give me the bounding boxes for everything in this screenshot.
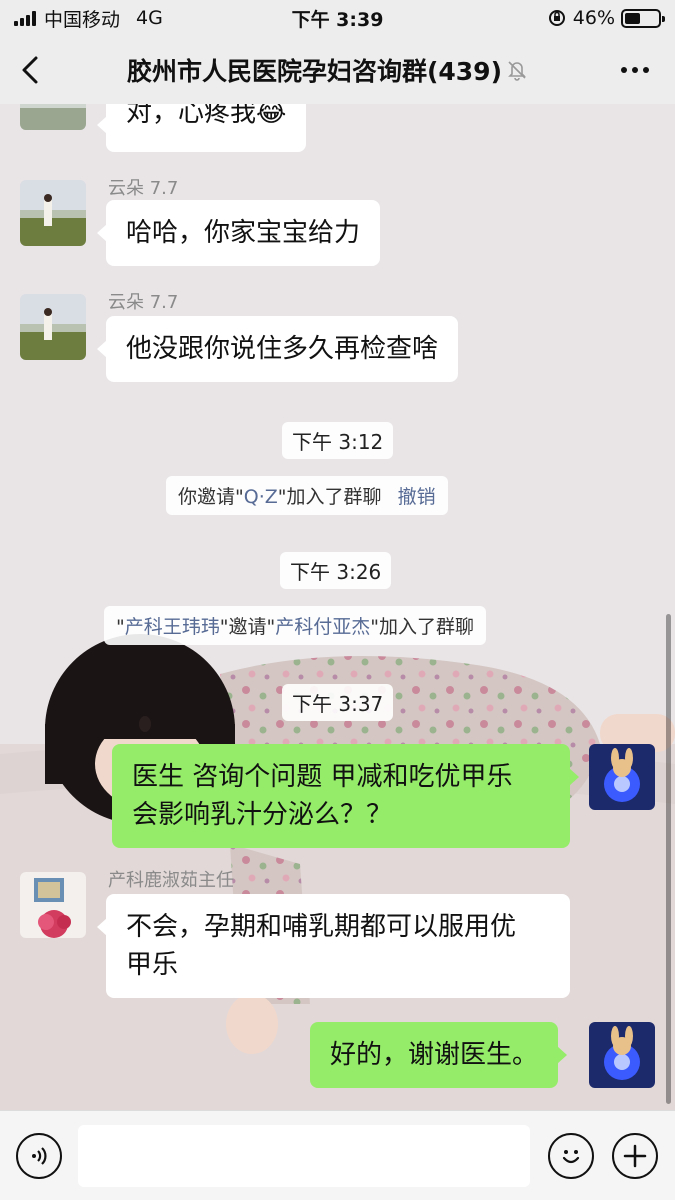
my-avatar[interactable] — [589, 1022, 655, 1088]
mute-bell-icon — [508, 61, 526, 81]
avatar-yunduo[interactable] — [20, 180, 86, 246]
message-text-line: 会影响乳汁分泌么？？ — [132, 800, 393, 830]
status-right: 46% — [547, 7, 665, 29]
input-bar — [0, 1110, 675, 1200]
carrier-label: 中国移动 — [44, 8, 121, 31]
sender-name: 云朵 7.7 — [108, 292, 179, 313]
avatar-yunduo[interactable] — [20, 294, 86, 360]
system-text: 你邀请" — [178, 486, 244, 508]
more-icon-dot — [632, 67, 638, 73]
message-text: 他没跟你说住多久再检查啥 — [126, 334, 439, 364]
message-bubble[interactable]: 哈哈，你家宝宝给力 — [96, 200, 381, 266]
plus-icon — [623, 1144, 647, 1168]
back-icon — [22, 56, 38, 84]
system-text: "加入了群聊 — [370, 616, 475, 638]
battery-fill — [625, 12, 640, 24]
avatar-image — [20, 294, 86, 360]
my-message-bubble[interactable]: 医生 咨询个问题 甲减和吃优甲乐 会影响乳汁分泌么？？ — [112, 744, 579, 848]
inviter-link[interactable]: 产科王玮玮 — [125, 616, 220, 638]
message-text: 哈哈，你家宝宝给力 — [126, 218, 361, 248]
message-text-line: 不会，孕期和哺乳期都可以服用优 — [126, 912, 517, 942]
scrollbar[interactable] — [666, 614, 671, 1104]
message-text: 对，心疼我😂 — [126, 104, 287, 128]
message-text-line: 医生 咨询个问题 甲减和吃优甲乐 — [132, 762, 513, 792]
more-functions-button[interactable] — [612, 1133, 658, 1179]
avatar-image — [589, 744, 655, 810]
timestamp: 下午 3:26 — [280, 552, 392, 589]
avatar-image — [589, 1022, 655, 1088]
avatar-image — [20, 180, 86, 246]
my-avatar[interactable] — [589, 744, 655, 810]
message-bubble[interactable]: 对，心疼我😂 — [96, 104, 307, 152]
system-message-invite: 你邀请"Q·Z"加入了群聊 撤销 — [166, 476, 448, 515]
signal-icon — [14, 10, 36, 26]
system-text: " — [116, 616, 125, 638]
invited-user-link[interactable]: Q·Z — [244, 486, 278, 508]
voice-icon — [32, 1147, 47, 1165]
system-text: "加入了群聊 — [277, 486, 382, 508]
status-left: 中国移动 4G — [14, 5, 163, 32]
message-text-line: 甲乐 — [126, 950, 179, 980]
system-text: "邀请" — [219, 616, 276, 638]
message-text: 好的，谢谢医生。 — [330, 1040, 539, 1070]
emoji-button[interactable] — [548, 1133, 594, 1179]
network-label: 4G — [136, 7, 163, 29]
avatar-doctor[interactable] — [20, 872, 86, 938]
nav-title-wrap: 胶州市人民医院孕妇咨询群(439) — [60, 52, 595, 88]
back-button[interactable] — [0, 36, 60, 104]
system-message-invite: "产科王玮玮"邀请"产科付亚杰"加入了群聊 — [104, 606, 487, 645]
battery-icon — [621, 8, 665, 28]
emoji-icon — [562, 1150, 580, 1164]
battery-percent: 46% — [572, 7, 615, 29]
avatar-yunduo-partial[interactable] — [20, 104, 86, 130]
more-icon-dot — [643, 67, 649, 73]
message-input[interactable] — [78, 1125, 530, 1187]
message-bubble[interactable]: 他没跟你说住多久再检查啥 — [96, 316, 459, 382]
message-bubble[interactable]: 不会，孕期和哺乳期都可以服用优 甲乐 — [97, 894, 570, 998]
invited-user-link[interactable]: 产科付亚杰 — [275, 616, 370, 638]
timestamp: 下午 3:12 — [282, 422, 394, 459]
sender-name: 产科鹿淑茹主任 — [108, 870, 234, 891]
status-bar: 中国移动 4G 下午 3:39 46% — [0, 0, 675, 36]
more-icon-dot — [621, 67, 627, 73]
page-title: 胶州市人民医院孕妇咨询群(439) — [126, 57, 503, 86]
sender-name: 云朵 7.7 — [108, 178, 179, 199]
more-button[interactable] — [595, 36, 675, 104]
voice-button[interactable] — [16, 1133, 62, 1179]
chat-area[interactable]: 对，心疼我😂 云朵 7.7 哈哈，你家宝宝给力 云朵 7.7 他没跟你说住多久再… — [0, 104, 675, 1110]
nav-bar: 胶州市人民医院孕妇咨询群(439) — [0, 36, 675, 104]
orientation-lock-icon — [548, 10, 565, 26]
timestamp: 下午 3:37 — [282, 684, 394, 721]
revoke-link[interactable]: 撤销 — [398, 486, 436, 508]
avatar-image — [20, 872, 86, 938]
my-message-bubble[interactable]: 好的，谢谢医生。 — [310, 1022, 568, 1088]
avatar-image — [20, 104, 86, 130]
